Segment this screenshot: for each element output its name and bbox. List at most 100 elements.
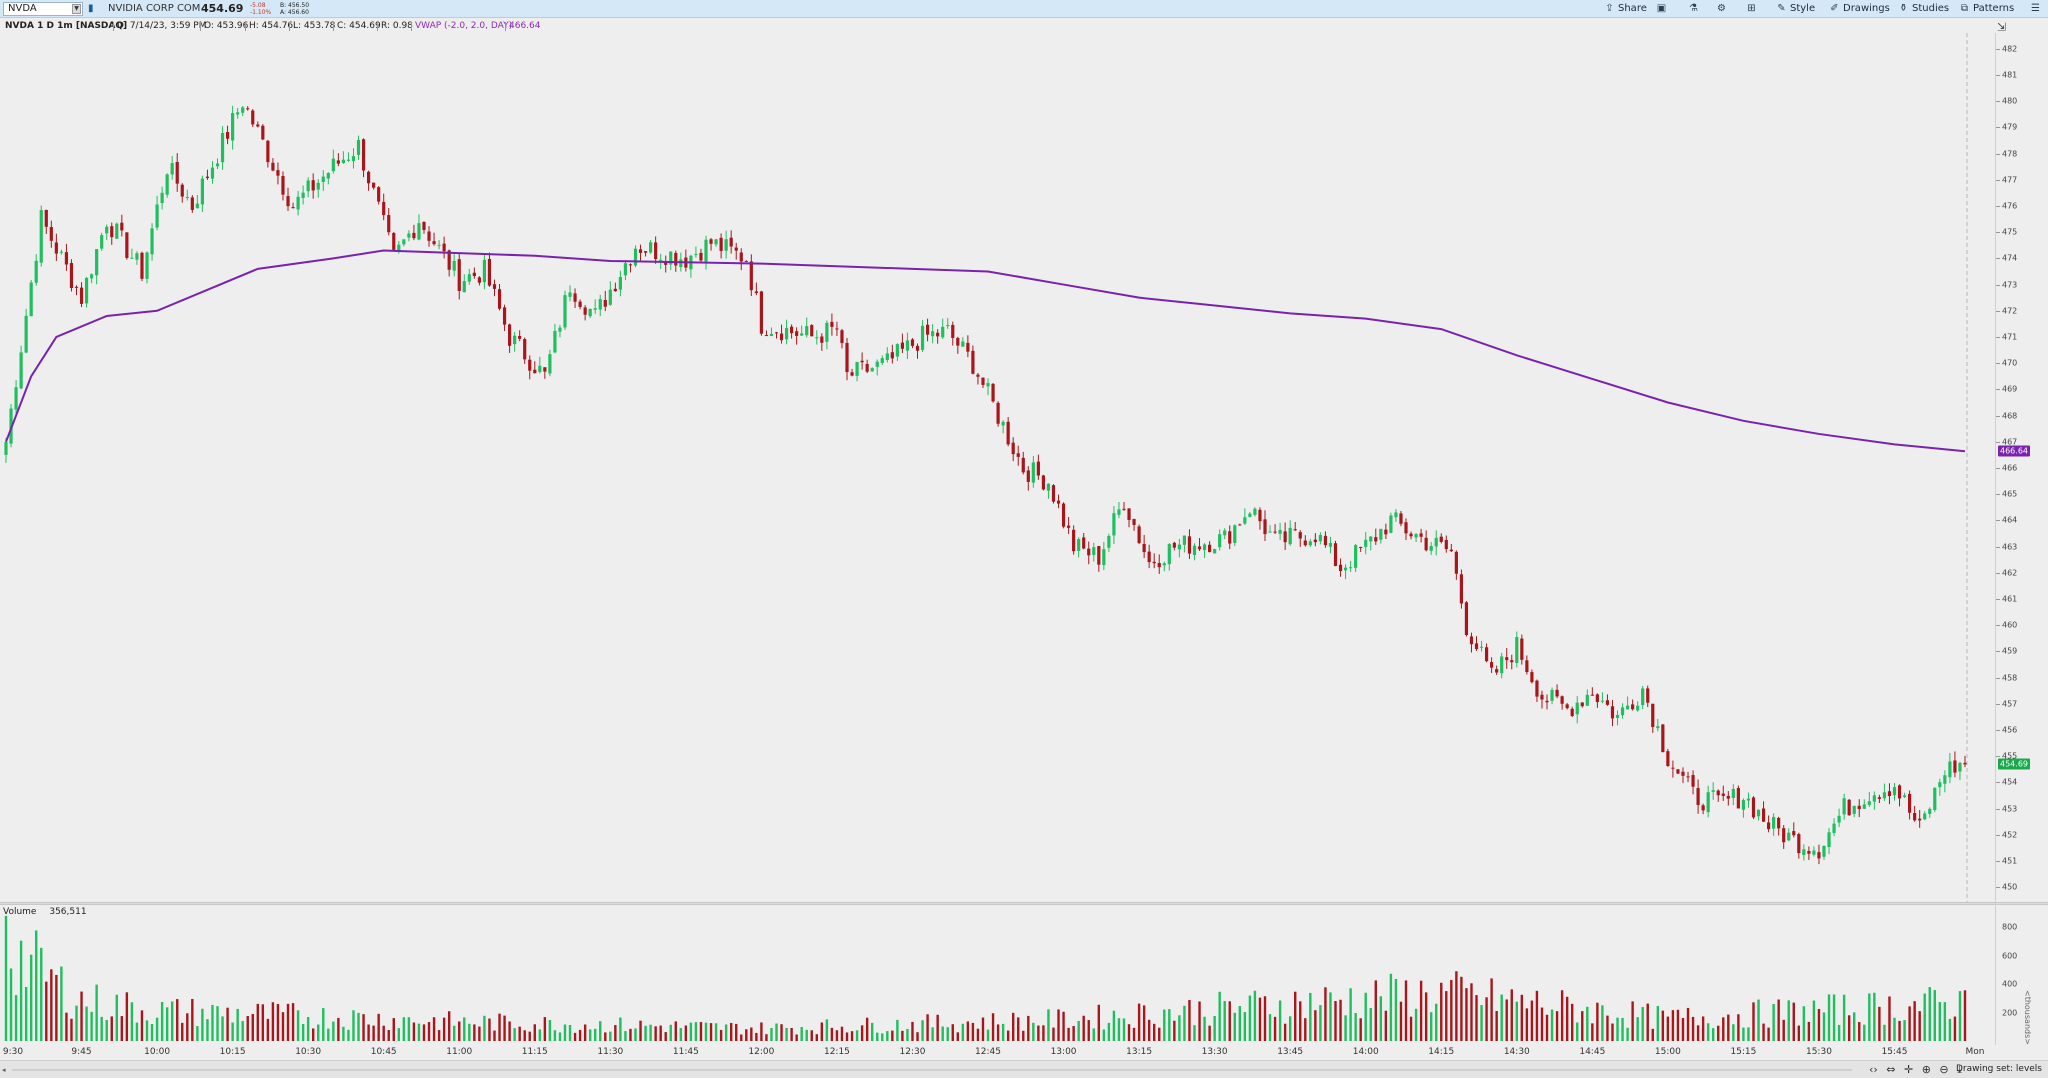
candle [689, 254, 693, 278]
crosshair-icon[interactable]: ✛ [1904, 1063, 1913, 1076]
volume-bar [1832, 994, 1836, 1041]
candle-body [900, 342, 905, 349]
candle-body [603, 299, 607, 307]
candle [1696, 779, 1700, 814]
candle [870, 367, 874, 372]
volume-bar [1329, 992, 1332, 1041]
price-tick-mark [1996, 441, 2000, 443]
candle [1223, 528, 1227, 540]
candle-body [815, 337, 819, 339]
candle [90, 273, 94, 284]
candle [1892, 782, 1897, 801]
patterns-icon: ⧉ [1960, 3, 1969, 14]
candle [1515, 631, 1519, 668]
pan-icon[interactable]: ⇔ [1886, 1063, 1895, 1076]
candle [1711, 782, 1715, 800]
volume-bar [649, 1024, 652, 1041]
symbol-dropdown-icon[interactable]: ▼ [72, 4, 81, 14]
candle [1872, 791, 1876, 810]
time-axis[interactable]: 9:30 9:45 10:00 10:15 10:30 10:45 11:00 11:15 11… [0, 1045, 2048, 1059]
candle [966, 335, 970, 358]
volume-bar [110, 1016, 113, 1041]
volume-bar [458, 1021, 461, 1041]
price-tick-mark [1996, 887, 2000, 889]
candle [1661, 723, 1665, 753]
candle [905, 332, 910, 359]
candle [925, 318, 930, 342]
volume-bar [1586, 1006, 1589, 1041]
chart-title: NVDA 1 D 1m [NASDAQ] [5, 21, 128, 31]
candle-body [649, 242, 653, 253]
candle [1605, 694, 1610, 706]
price-chart[interactable] [0, 33, 1995, 903]
candle [810, 324, 814, 337]
candle-body [709, 239, 713, 244]
candle-body [1283, 531, 1287, 543]
volume-bar [1399, 1001, 1403, 1041]
candle-body [241, 107, 245, 113]
candle [115, 222, 119, 239]
candle-body [1897, 785, 1902, 799]
volume-bar [1555, 1011, 1559, 1041]
price-tick-label: 472 [2002, 306, 2018, 316]
volume-bar [765, 1034, 768, 1041]
price-tick-label: 473 [2002, 280, 2018, 290]
drawing-set-label[interactable]: Drawing set: levels [1956, 1064, 2042, 1074]
volume-bar [1802, 1006, 1806, 1041]
candle [920, 320, 925, 353]
drawings-button[interactable]: ✐ Drawings [1825, 1, 1894, 17]
candle [412, 224, 416, 241]
volume-bar [1520, 994, 1524, 1041]
candle-body [1469, 636, 1474, 645]
scroll-left-icon[interactable]: ◂ [2, 1066, 10, 1074]
candle [1540, 690, 1544, 709]
flask-button[interactable]: ⚗ [1684, 1, 1706, 17]
candle [231, 105, 235, 150]
candle-body [1132, 519, 1136, 525]
last-price: 454.69 [201, 2, 244, 15]
menu-button[interactable]: ☰ [2026, 1, 2048, 17]
studies-button[interactable]: ⚱ Studies [1894, 1, 1953, 17]
vwap-study-label[interactable]: VWAP (-2.0, 2.0, DAY) [415, 19, 512, 33]
volume-bar [694, 1022, 698, 1041]
volume-bar [322, 1008, 325, 1041]
axis-scale-icon[interactable]: ⇲ [1997, 21, 2006, 34]
candle-body [1258, 509, 1262, 522]
horizontal-scrollbar[interactable] [12, 1069, 1852, 1071]
volume-bar [1233, 1012, 1236, 1041]
candle [1384, 523, 1388, 539]
volume-bar [1404, 980, 1408, 1041]
symbol-input[interactable]: NVDA ▼ [3, 2, 83, 16]
price-tick-mark [1996, 730, 2000, 732]
candle [1681, 767, 1685, 784]
candle [880, 355, 884, 365]
candle [44, 209, 48, 234]
style-button[interactable]: ✎ Style [1772, 1, 1819, 17]
symbol-link-icon[interactable]: ▮ [88, 2, 94, 16]
patterns-button[interactable]: ⧉ Patterns [1955, 1, 2018, 17]
volume-bar [1117, 1018, 1121, 1041]
candle-body [1434, 537, 1438, 547]
candle-body [1177, 544, 1181, 550]
volume-tick-label: 200 [2002, 1008, 2018, 1018]
candle [296, 190, 300, 216]
candle-body [1213, 549, 1217, 554]
arrows-icon[interactable]: ‹› [1869, 1063, 1878, 1076]
candle-body [1842, 798, 1846, 815]
candle-body [261, 125, 265, 140]
volume-chart[interactable] [0, 905, 1995, 1043]
volume-bar [1364, 992, 1367, 1041]
volume-bar [840, 1026, 844, 1041]
share-button[interactable]: ⇪ Share [1600, 1, 1651, 17]
volume-bar [9, 968, 13, 1041]
volume-bar [729, 1022, 733, 1041]
zoom-in-icon[interactable]: ⊕ [1922, 1063, 1931, 1076]
time-frame-button[interactable]: ⊞ [1742, 1, 1764, 17]
settings-button[interactable]: ⚙ [1712, 1, 1734, 17]
price-tick-label: 469 [2002, 384, 2018, 394]
candle [1434, 530, 1438, 556]
volume-bar [226, 1007, 229, 1041]
snapshot-button[interactable]: ▣ [1652, 1, 1674, 17]
zoom-out-icon[interactable]: ⊖ [1939, 1063, 1948, 1076]
price-axis[interactable]: 482 481 480 479 478 477 476 475 474 473 472 471 470 4… [1995, 21, 2048, 1045]
